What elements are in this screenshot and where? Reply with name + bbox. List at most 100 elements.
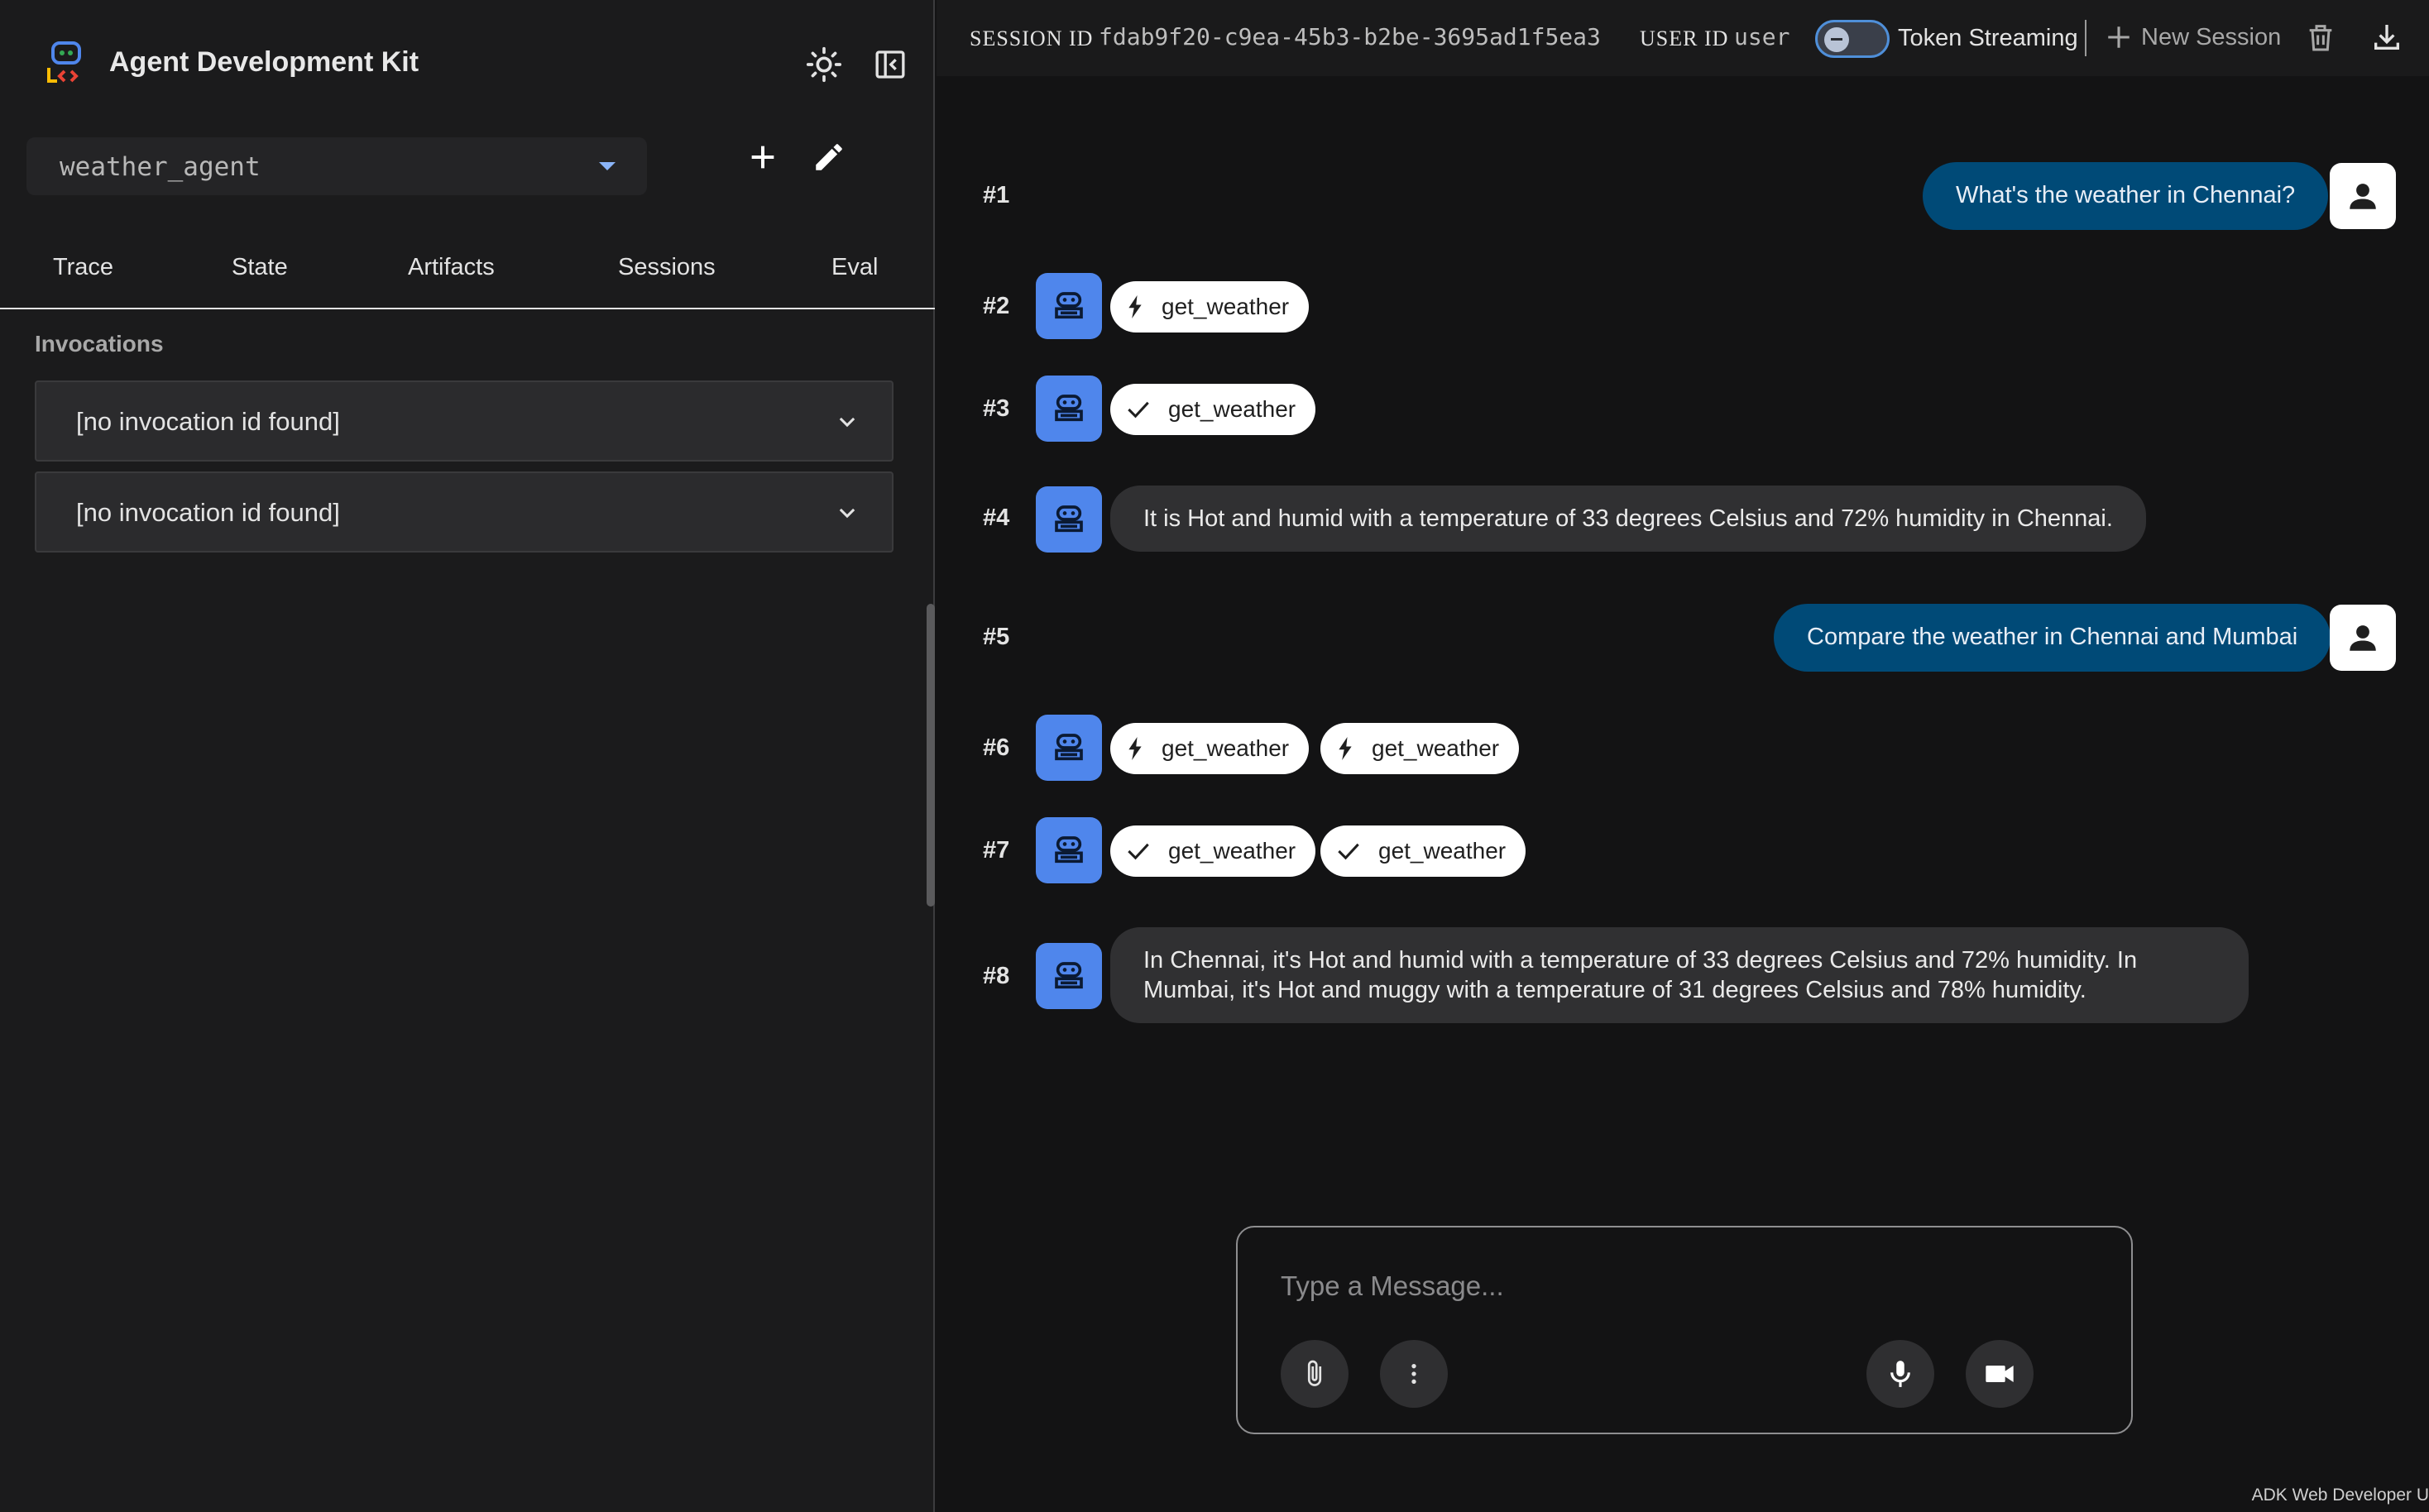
chip-label: get_weather [1162,735,1290,761]
message-number: #8 [983,963,1010,989]
new-session-button[interactable]: New Session [2105,23,2281,51]
tab-artifacts[interactable]: Artifacts [408,254,495,281]
bot-icon [1055,505,1083,533]
tab-eval[interactable]: Eval [831,254,878,281]
tab-sessions[interactable]: Sessions [618,254,716,281]
agent-select[interactable]: weather_agent [26,137,647,195]
message-input[interactable]: Type a Message... [1281,1270,1504,1302]
message-number: #5 [983,624,1010,650]
theme-toggle-button[interactable] [802,43,846,86]
message-number: #7 [983,837,1010,864]
function-call-chip[interactable]: get_weather [1320,723,1520,774]
message-number: #6 [983,734,1010,761]
invocation-item[interactable]: [no invocation id found] [35,380,894,462]
more-options-button[interactable] [1380,1340,1448,1408]
bot-message: It is Hot and humid with a temperature o… [1110,486,2146,552]
function-call-chip[interactable]: get_weather [1110,723,1310,774]
user-message: Compare the weather in Chennai and Mumba… [1774,604,2331,672]
chip-label: get_weather [1372,735,1500,761]
message-composer: Type a Message... [1236,1226,2133,1434]
bot-icon [1055,292,1083,319]
plus-icon [2108,26,2130,48]
bolt-icon [1339,737,1352,760]
function-response-chip[interactable]: get_weather [1320,825,1526,877]
bolt-icon [1128,295,1142,318]
chevron-down-icon [839,508,855,519]
footer-text: ADK Web Developer U [2251,1486,2429,1505]
invocation-label: [no invocation id found] [76,498,340,527]
function-call-chip[interactable]: get_weather [1110,281,1310,333]
user-id-value: user [1734,23,1790,50]
chip-label: get_weather [1168,396,1296,422]
bolt-icon [1128,737,1142,760]
theme-sun-icon [806,46,842,83]
bot-icon [1055,734,1083,761]
dropdown-arrow-icon [599,162,616,170]
agent-select-value: weather_agent [60,152,261,182]
message-number: #3 [983,395,1010,422]
token-streaming-label: Token Streaming [1898,25,2078,51]
edit-agent-button[interactable] [807,136,850,179]
bot-avatar [1036,817,1102,883]
chevron-down-icon [839,417,855,428]
session-id-value: fdab9f20-c9ea-45b3-b2be-3695ad1f5ea3 [1099,23,1601,50]
user-id-label: USER ID [1640,26,1729,50]
bot-icon [1055,962,1083,989]
function-response-chip[interactable]: get_weather [1110,384,1316,435]
function-response-chip[interactable]: get_weather [1110,825,1316,877]
add-icon [751,146,774,169]
side-panel: Agent Development Kit weather_agent Trac… [0,0,935,1512]
invocations-heading: Invocations [35,331,164,356]
collapse-sidebar-icon [875,50,905,79]
sidebar-tabs: Trace State Artifacts Sessions Eval [0,242,935,309]
user-avatar [2330,605,2396,671]
person-icon [2350,625,2376,651]
app-title: Agent Development Kit [109,46,419,78]
mic-icon [1890,1361,1910,1387]
attach-icon [1307,1360,1322,1386]
user-message: What's the weather in Chennai? [1923,162,2329,230]
invocation-label: [no invocation id found] [76,407,340,436]
chip-label: get_weather [1378,838,1507,864]
bot-avatar [1036,943,1102,1009]
check-icon [1338,843,1359,860]
download-icon [2374,25,2399,50]
bot-avatar [1036,273,1102,339]
collapse-sidebar-button[interactable] [869,43,912,86]
check-icon [1128,843,1149,860]
bot-icon [1055,836,1083,864]
more-vert-icon [1411,1364,1416,1384]
toolbar-divider [2085,20,2086,56]
invocation-item[interactable]: [no invocation id found] [35,471,894,553]
download-session-button[interactable] [2366,17,2407,58]
message-number: #1 [983,182,1010,208]
message-number: #2 [983,293,1010,319]
delete-session-button[interactable] [2300,17,2341,58]
add-agent-button[interactable] [741,136,784,179]
person-icon [2350,184,2376,209]
bot-avatar [1036,715,1102,781]
app-root: Agent Development Kit weather_agent Trac… [0,0,2429,1512]
sidebar-resize-handle[interactable] [927,604,935,907]
check-icon [1128,401,1149,419]
toggle-knob [1824,27,1849,52]
bot-message: In Chennai, it's Hot and humid with a te… [1110,927,2249,1023]
video-button[interactable] [1966,1340,2034,1408]
user-avatar [2330,163,2396,229]
microphone-button[interactable] [1866,1340,1934,1408]
chip-label: get_weather [1162,294,1290,319]
bot-avatar [1036,486,1102,553]
tab-trace[interactable]: Trace [53,254,113,281]
tab-state[interactable]: State [232,254,288,281]
videocam-icon [1986,1366,2014,1382]
new-session-label: New Session [2141,23,2282,50]
token-streaming-toggle[interactable] [1815,20,1890,58]
logo-icon [47,41,81,83]
chip-label: get_weather [1168,838,1296,864]
bot-icon [1055,395,1083,422]
message-number: #4 [983,505,1010,531]
delete-icon [2309,25,2332,51]
session-id-label: SESSION ID [970,26,1094,50]
attach-button[interactable] [1281,1340,1349,1408]
edit-icon [816,144,842,170]
